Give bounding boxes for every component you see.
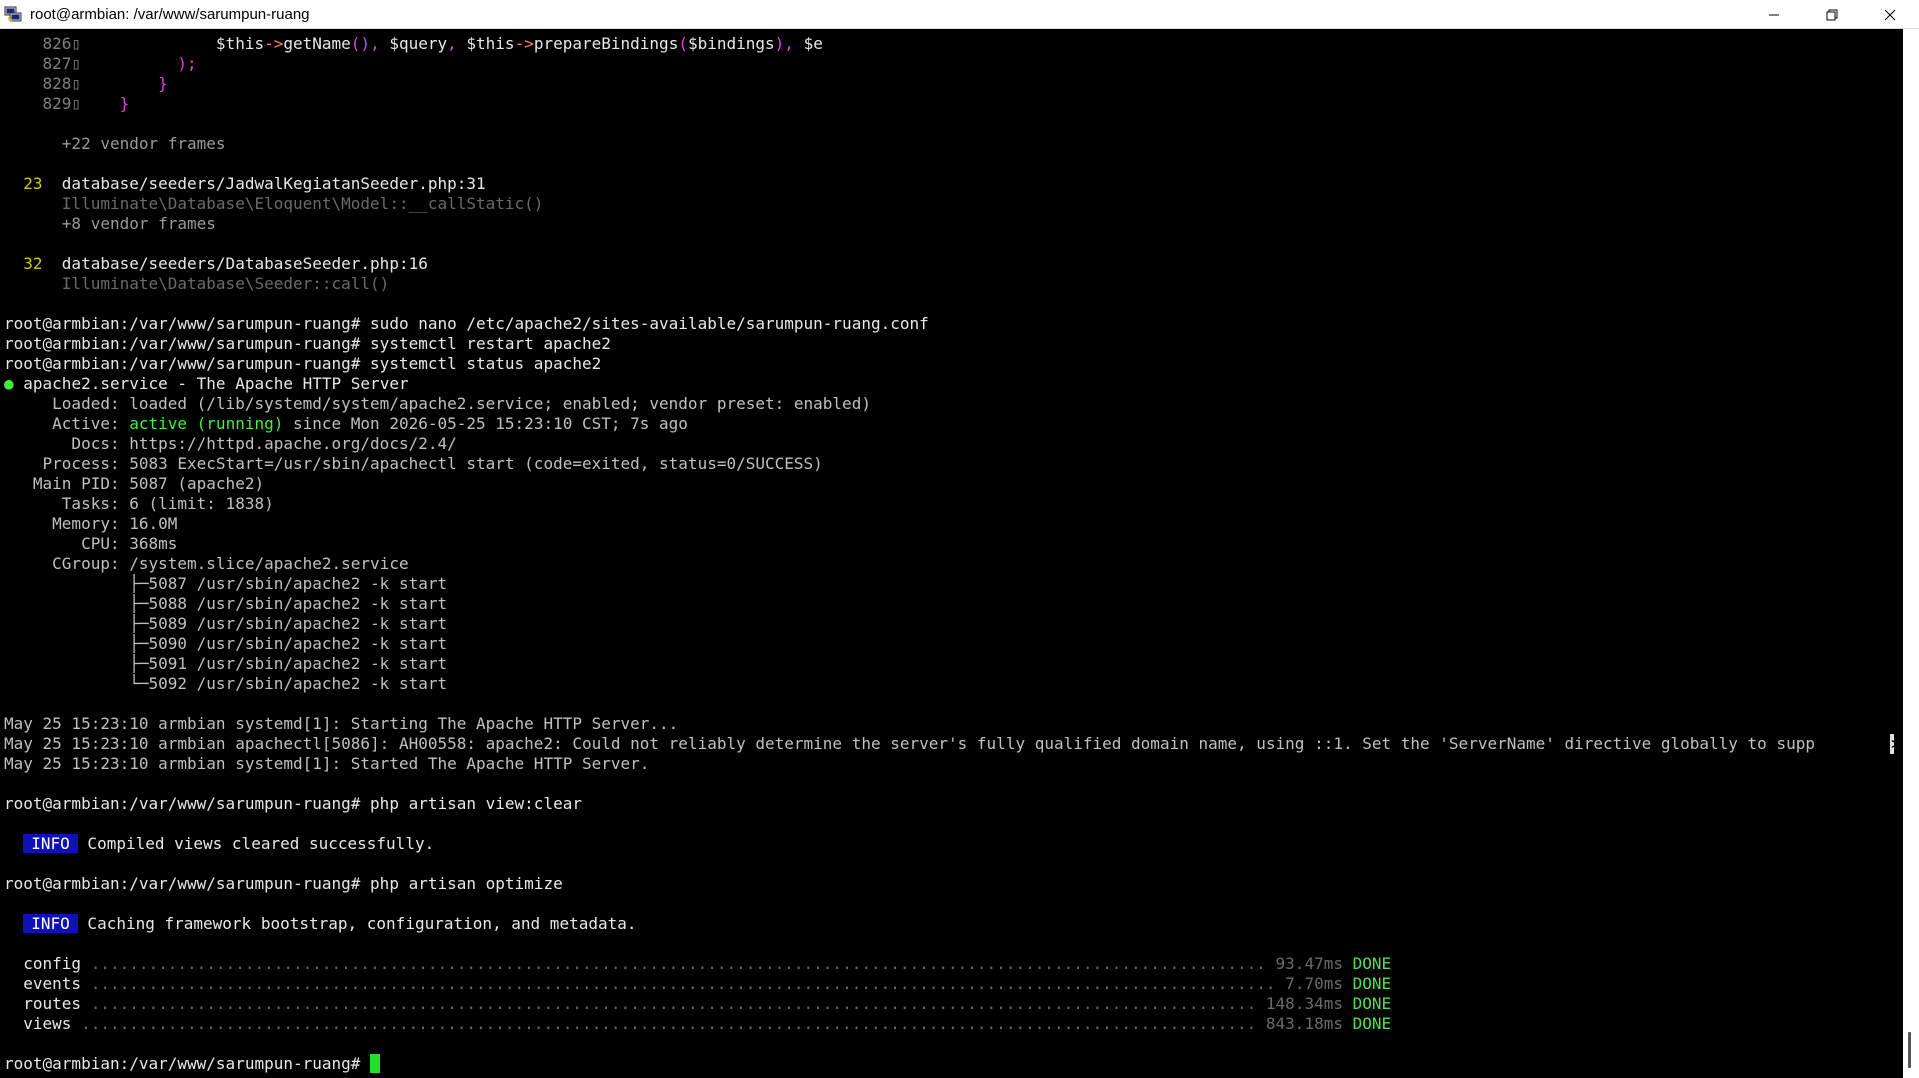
window-controls [1745,0,1919,29]
minimize-button[interactable] [1745,0,1803,29]
service-loaded: Loaded: loaded (/lib/systemd/system/apac… [4,394,871,413]
code-line-826: 826▯ $this->getName(), $query, $this->pr… [42,34,823,53]
stack-frame-23: 23 database/seeders/JadwalKegiatanSeeder… [23,174,486,193]
current-prompt-line[interactable]: root@armbian:/var/www/sarumpun-ruang# [4,1054,1894,1074]
process-tree-item: ├─5088 /usr/sbin/apache2 -k start [4,594,448,613]
shell-prompt: root@armbian:/var/www/sarumpun-ruang# [4,314,371,333]
shell-prompt: root@armbian:/var/www/sarumpun-ruang# [4,354,371,373]
close-button[interactable] [1861,0,1919,29]
truncation-arrow-icon: > [1890,734,1894,754]
journal-line: May 25 15:23:10 armbian systemd[1]: Star… [4,754,650,773]
service-process: Process: 5083 ExecStart=/usr/sbin/apache… [4,454,823,473]
minimize-icon [1769,14,1779,15]
vendor-frames-8: +8 vendor frames [61,214,216,233]
restore-button[interactable] [1803,0,1861,29]
service-docs: Docs: https://httpd.apache.org/docs/2.4/ [4,434,457,453]
service-tasks: Tasks: 6 (limit: 1838) [4,494,274,513]
service-cgroup: CGroup: /system.slice/apache2.service [4,554,409,573]
command-line-restart: root@armbian:/var/www/sarumpun-ruang# sy… [4,334,611,353]
process-tree-item: ├─5090 /usr/sbin/apache2 -k start [4,634,448,653]
info-badge: INFO [23,914,78,933]
process-tree-item: ├─5089 /usr/sbin/apache2 -k start [4,614,448,633]
process-tree-item: └─5092 /usr/sbin/apache2 -k start [4,674,448,693]
restore-icon [1826,9,1838,20]
journal-line: May 25 15:23:10 armbian apachectl[5086]:… [4,734,1894,754]
service-cpu: CPU: 368ms [4,534,178,553]
shell-prompt: root@armbian:/var/www/sarumpun-ruang# [4,874,371,893]
code-line-828: 828▯ } [42,74,168,93]
service-mainpid: Main PID: 5087 (apache2) [4,474,265,493]
code-line-829: 829▯ } [42,94,130,113]
command-line-status: root@armbian:/var/www/sarumpun-ruang# sy… [4,354,602,373]
optimize-task-events: events .................................… [4,974,1392,993]
terminal-output[interactable]: 826▯ $this->getName(), $query, $this->pr… [4,34,1894,1074]
service-header: ● apache2.service - The Apache HTTP Serv… [4,374,409,393]
window-title: root@armbian: /var/www/sarumpun-ruang [30,5,310,23]
shell-prompt: root@armbian:/var/www/sarumpun-ruang# [4,794,371,813]
shell-prompt: root@armbian:/var/www/sarumpun-ruang# [4,334,371,353]
service-memory: Memory: 16.0M [4,514,178,533]
journal-line: May 25 15:23:10 armbian systemd[1]: Star… [4,714,679,733]
code-line-827: 827▯ ); [42,54,197,73]
optimize-task-routes: routes .................................… [4,994,1392,1013]
stack-frame-23-call: Illuminate\Database\Eloquent\Model::__ca… [61,194,544,213]
status-dot-icon: ● [4,374,14,393]
terminal-cursor[interactable] [370,1054,381,1073]
vertical-scrollbar[interactable] [1903,29,1919,1078]
command-line-view-clear: root@armbian:/var/www/sarumpun-ruang# ph… [4,794,582,813]
terminal-window: root@armbian: /var/www/sarumpun-ruang 82… [0,0,1919,1078]
vendor-frames-22: +22 vendor frames [61,134,226,153]
putty-icon[interactable] [2,3,24,25]
info-line-caching: INFO Caching framework bootstrap, config… [4,914,1894,934]
status-badge: active (running) [129,414,284,433]
shell-prompt: root@armbian:/var/www/sarumpun-ruang# [4,1054,371,1073]
process-tree-item: ├─5091 /usr/sbin/apache2 -k start [4,654,448,673]
command-line-optimize: root@armbian:/var/www/sarumpun-ruang# ph… [4,874,563,893]
command-line-nano: root@armbian:/var/www/sarumpun-ruang# su… [4,314,929,333]
optimize-task-config: config .................................… [4,954,1392,973]
close-icon [1884,9,1896,20]
title-bar[interactable]: root@armbian: /var/www/sarumpun-ruang [0,0,1919,29]
stack-frame-32-call: Illuminate\Database\Seeder::call() [61,274,390,293]
process-tree-item: ├─5087 /usr/sbin/apache2 -k start [4,574,448,593]
scrollbar-thumb[interactable] [1908,1032,1911,1068]
stack-frame-32: 32 database/seeders/DatabaseSeeder.php:1… [23,254,428,273]
service-active: Active: active (running) since Mon 2026-… [4,414,688,433]
info-line-views-cleared: INFO Compiled views cleared successfully… [4,834,1894,854]
info-badge: INFO [23,834,78,853]
optimize-task-views: views ..................................… [4,1014,1392,1033]
